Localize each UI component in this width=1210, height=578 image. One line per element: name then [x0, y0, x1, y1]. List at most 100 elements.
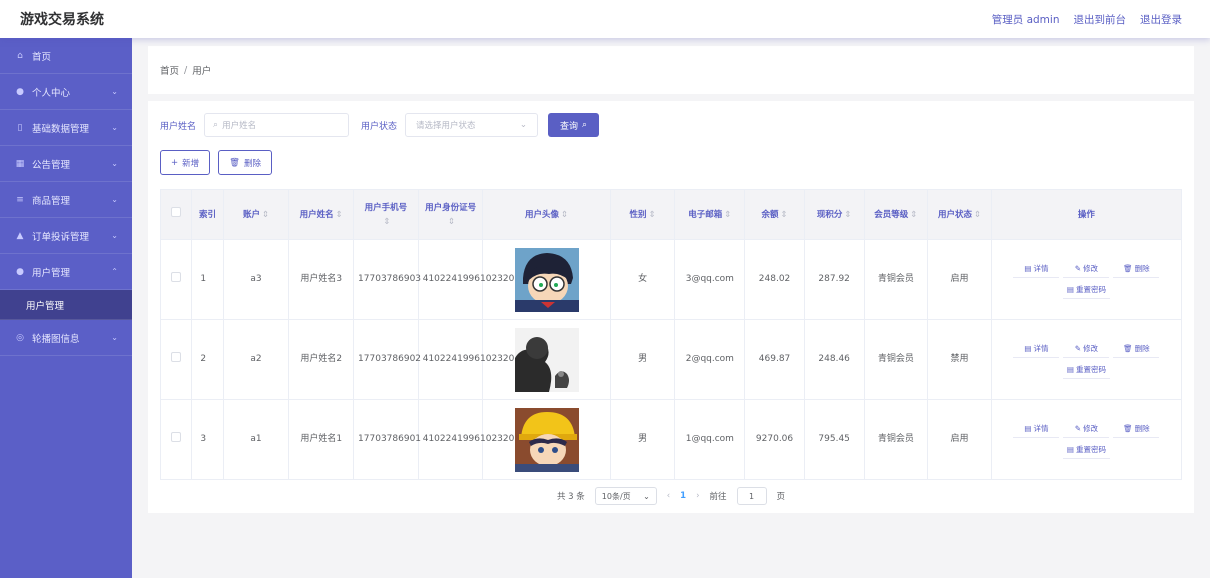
row-delete-button[interactable]: 🗑 删除	[1113, 420, 1160, 438]
col-points[interactable]: 现积分 ⇕	[803, 189, 865, 240]
col-id-card[interactable]: 用户身份证号⇕	[417, 189, 484, 240]
sidebar-item-user-management[interactable]: ● 用户管理 ⌃	[0, 254, 132, 290]
sidebar-item-label: 商品管理	[32, 195, 71, 207]
cell-gender: 男	[609, 319, 676, 400]
list-icon: ≡	[16, 194, 24, 205]
exit-to-front-link[interactable]: 退出到前台	[1074, 12, 1127, 27]
page-number[interactable]: 1	[680, 491, 686, 501]
row-checkbox[interactable]	[159, 239, 193, 320]
user-icon: ●	[16, 266, 24, 277]
document-icon: ▤	[1024, 424, 1032, 433]
cell-level: 青铜会员	[863, 239, 929, 320]
cell-account: a3	[222, 239, 290, 320]
user-icon: ●	[16, 86, 24, 97]
user-table: 索引 账户 ⇕ 用户姓名 ⇕ 用户手机号 ⇕ 用户身份证号⇕ 用户头像 ⇕ 性别 ⇕ 电子…	[159, 189, 1183, 480]
document-icon: ▤	[1066, 285, 1074, 294]
next-page-button[interactable]: ›	[696, 491, 699, 501]
sidebar-item-label: 订单投诉管理	[32, 231, 90, 243]
reset-password-button[interactable]: ▤ 重置密码	[1062, 441, 1110, 459]
reset-password-button[interactable]: ▤ 重置密码	[1062, 281, 1110, 299]
cell-status: 启用	[927, 399, 992, 480]
sidebar-item-personal-center[interactable]: ● 个人中心 ⌄	[0, 74, 132, 110]
table-row: 2 a2 用户姓名2 17703786902 41022419961023200…	[159, 319, 1183, 400]
user-avatar	[514, 407, 579, 472]
cell-operations: ▤ 详情 ✎ 修改 🗑 删除 ▤ 重置密码	[990, 239, 1183, 320]
trash-icon: 🗑	[1123, 264, 1133, 273]
cell-name: 用户姓名1	[288, 399, 355, 480]
row-checkbox[interactable]	[159, 399, 193, 480]
col-status[interactable]: 用户状态 ⇕	[927, 189, 992, 240]
cell-points: 795.45	[803, 399, 865, 480]
cell-id-card: 410224199610232003	[417, 239, 526, 320]
prev-page-button[interactable]: ‹	[667, 491, 670, 501]
edit-icon: ✎	[1074, 264, 1082, 273]
status-select[interactable]: 请选择用户状态 ⌄	[405, 113, 539, 137]
col-level[interactable]: 会员等级 ⇕	[863, 189, 929, 240]
status-search-label: 用户状态	[361, 121, 398, 132]
search-bar: 用户姓名 ⌕ 用户姓名 用户状态 请选择用户状态 ⌄ 查询 ⌕	[160, 113, 600, 137]
edit-button[interactable]: ✎ 修改	[1063, 420, 1110, 438]
page-size-select[interactable]: 10条/页 ⌄	[594, 487, 657, 505]
cell-operations: ▤ 详情 ✎ 修改 🗑 删除 ▤ 重置密码	[990, 399, 1183, 480]
edit-button[interactable]: ✎ 修改	[1063, 340, 1110, 358]
image-icon: ◎	[16, 332, 24, 343]
goto-label: 前往	[709, 492, 727, 502]
delete-button[interactable]: 🗑 删除	[218, 150, 272, 175]
add-button-label: 新增	[182, 158, 200, 169]
chevron-up-icon: ⌃	[111, 267, 118, 276]
cell-operations: ▤ 详情 ✎ 修改 🗑 删除 ▤ 重置密码	[990, 319, 1183, 400]
cell-points: 287.92	[803, 239, 865, 320]
goto-page-input[interactable]: 1	[736, 487, 767, 505]
sidebar-subitem-user-management[interactable]: 用户管理	[0, 290, 132, 320]
sidebar-item-notice[interactable]: ▦ 公告管理 ⌄	[0, 146, 132, 182]
query-button-label: 查询	[560, 121, 579, 132]
name-search-input[interactable]: ⌕ 用户姓名	[204, 113, 350, 137]
col-avatar[interactable]: 用户头像 ⇕	[482, 189, 611, 240]
breadcrumb-home[interactable]: 首页	[160, 63, 179, 77]
sidebar-item-order-complaint[interactable]: ▲ 订单投诉管理 ⌄	[0, 218, 132, 254]
sidebar-item-basic-data[interactable]: ▯ 基础数据管理 ⌄	[0, 110, 132, 146]
select-all-checkbox[interactable]	[159, 189, 193, 240]
table-header-row: 索引 账户 ⇕ 用户姓名 ⇕ 用户手机号 ⇕ 用户身份证号⇕ 用户头像 ⇕ 性别 ⇕ 电子…	[159, 189, 1183, 240]
col-balance[interactable]: 余额 ⇕	[744, 189, 805, 240]
cell-phone: 17703786903	[353, 239, 421, 320]
action-bar: + 新增 🗑 删除	[160, 150, 272, 175]
col-name[interactable]: 用户姓名 ⇕	[288, 189, 355, 240]
add-button[interactable]: + 新增	[160, 150, 211, 175]
page-unit-label: 页	[776, 492, 786, 502]
col-account[interactable]: 账户 ⇕	[222, 189, 290, 240]
delete-button-label: 删除	[243, 158, 261, 169]
row-delete-button[interactable]: 🗑 删除	[1113, 340, 1160, 358]
cell-level: 青铜会员	[863, 399, 929, 480]
chevron-down-icon: ⌄	[643, 491, 650, 501]
shield-icon: ▯	[17, 122, 23, 133]
cell-level: 青铜会员	[863, 319, 929, 400]
edit-button[interactable]: ✎ 修改	[1063, 260, 1110, 278]
document-icon: ▤	[1066, 365, 1074, 374]
chevron-down-icon: ⌄	[111, 123, 118, 132]
query-button[interactable]: 查询 ⌕	[548, 113, 600, 137]
table-row: 3 a1 用户姓名1 17703786901 41022419961023200…	[159, 399, 1183, 480]
home-icon: ⌂	[17, 50, 23, 61]
reset-password-button[interactable]: ▤ 重置密码	[1062, 361, 1110, 379]
col-gender[interactable]: 性别 ⇕	[609, 189, 676, 240]
col-phone[interactable]: 用户手机号 ⇕	[353, 189, 419, 240]
sidebar-item-home[interactable]: ⌂ 首页	[0, 38, 132, 74]
search-icon: ⌕	[582, 120, 588, 130]
sidebar-item-goods[interactable]: ≡ 商品管理 ⌄	[0, 182, 132, 218]
row-delete-button[interactable]: 🗑 删除	[1113, 260, 1160, 278]
cell-email: 3@qq.com	[674, 239, 746, 320]
top-header: 游戏交易系统 管理员 admin 退出到前台 退出登录	[0, 0, 1210, 38]
cell-index: 3	[191, 399, 224, 480]
sidebar-item-carousel[interactable]: ◎ 轮播图信息 ⌄	[0, 320, 132, 356]
breadcrumb-current: 用户	[192, 66, 212, 77]
row-checkbox[interactable]	[159, 319, 193, 400]
detail-button[interactable]: ▤ 详情	[1013, 260, 1060, 278]
detail-button[interactable]: ▤ 详情	[1013, 340, 1060, 358]
cell-balance: 248.02	[744, 239, 805, 320]
col-email[interactable]: 电子邮箱 ⇕	[674, 189, 746, 240]
edit-icon: ✎	[1074, 424, 1082, 433]
detail-button[interactable]: ▤ 详情	[1013, 420, 1060, 438]
cell-phone: 17703786901	[353, 399, 421, 480]
logout-link[interactable]: 退出登录	[1140, 12, 1182, 27]
